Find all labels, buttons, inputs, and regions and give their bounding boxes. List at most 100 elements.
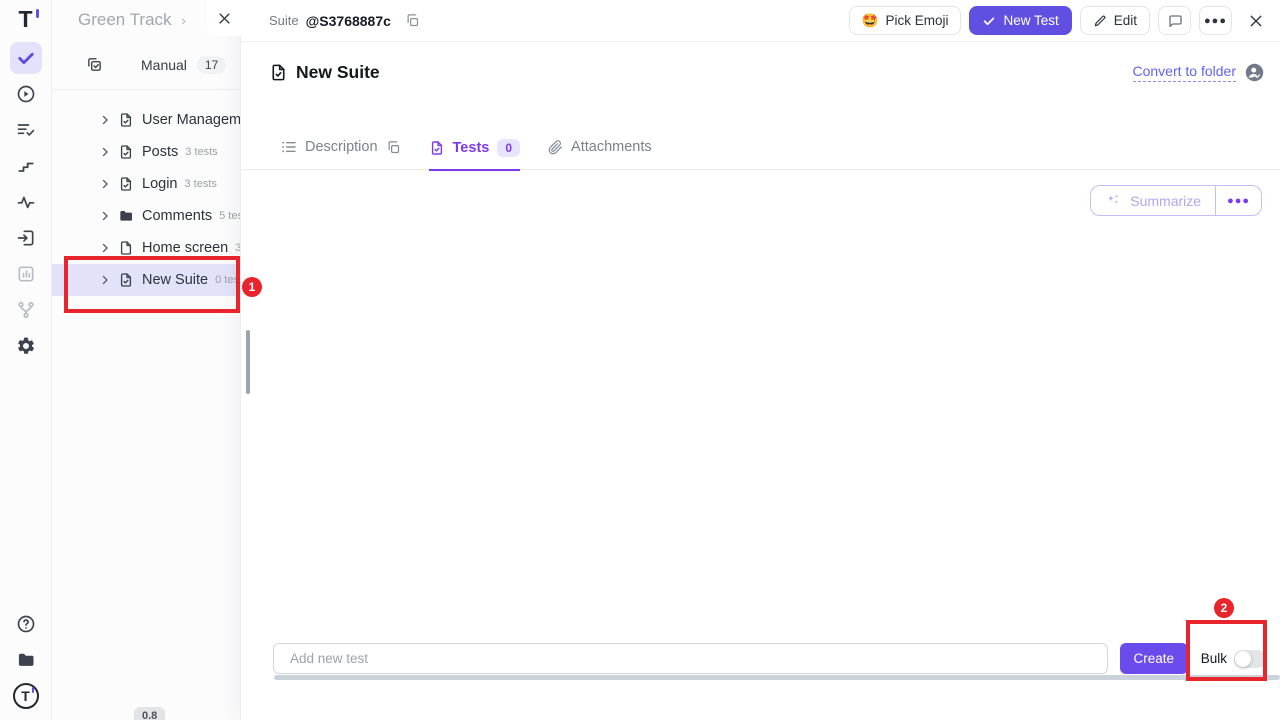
list-icon — [281, 139, 297, 155]
annotation-badge-2: 2 — [1214, 598, 1234, 618]
edit-button[interactable]: Edit — [1080, 6, 1150, 35]
tree-label: Home screen — [142, 240, 228, 256]
gear-icon — [16, 336, 36, 356]
import-icon — [16, 228, 36, 248]
tree-scrollbar-thumb[interactable] — [246, 330, 250, 394]
new-test-label: New Test — [1003, 13, 1058, 28]
close-icon — [217, 11, 232, 26]
tab-label: Description — [305, 139, 378, 155]
create-button[interactable]: Create — [1120, 643, 1188, 674]
profile-avatar[interactable]: T — [10, 680, 42, 712]
branch-icon — [16, 300, 36, 320]
copy-id-icon[interactable] — [405, 13, 420, 28]
tree-count: 3 tests — [185, 146, 217, 158]
assignee-avatar-icon[interactable] — [1245, 63, 1264, 82]
suite-header-bar: Suite @S3768887c 🤩 Pick Emoji New Test E… — [241, 0, 1280, 42]
suite-tabs: Description Tests 0 Attachments — [241, 139, 1280, 170]
sidebar-item-runs[interactable] — [10, 78, 42, 110]
bar-chart-icon — [16, 264, 36, 284]
pick-emoji-label: Pick Emoji — [885, 13, 948, 28]
chevron-right-icon[interactable] — [99, 178, 111, 190]
convert-to-folder-link[interactable]: Convert to folder — [1133, 63, 1237, 82]
help-icon — [16, 614, 36, 634]
comments-button[interactable] — [1158, 6, 1191, 35]
more-icon: ●●● — [1204, 15, 1227, 27]
suite-file-icon — [118, 176, 134, 192]
bulk-label: Bulk — [1201, 651, 1227, 666]
suite-file-icon — [269, 63, 288, 82]
sidebar-item-pulse[interactable] — [10, 186, 42, 218]
chevron-right-icon[interactable] — [99, 146, 111, 158]
check-icon — [982, 14, 996, 28]
chevron-right-icon[interactable] — [99, 114, 111, 126]
tree-count: 3 tests — [184, 178, 216, 190]
avatar: T — [13, 683, 39, 709]
paperclip-icon — [548, 140, 563, 155]
more-actions-button[interactable]: ●●● — [1199, 6, 1232, 35]
more-icon: ●●● — [1227, 195, 1250, 207]
tab-attachments[interactable]: Attachments — [548, 139, 652, 167]
sidebar-item-plans[interactable] — [10, 114, 42, 146]
add-test-input[interactable] — [273, 643, 1108, 674]
play-circle-icon — [16, 84, 36, 104]
horizontal-scrollbar[interactable] — [274, 675, 1280, 680]
suite-detail-panel: Suite @S3768887c 🤩 Pick Emoji New Test E… — [240, 0, 1280, 720]
summarize-label: Summarize — [1130, 193, 1201, 209]
sidebar-item-projects[interactable] — [10, 644, 42, 676]
sidebar-item-milestones[interactable] — [10, 150, 42, 182]
tab-label: Tests — [453, 140, 490, 156]
pencil-icon — [1093, 14, 1107, 28]
new-test-button[interactable]: New Test — [969, 6, 1071, 35]
chevron-right-icon[interactable] — [99, 242, 111, 254]
sidebar-item-settings[interactable] — [10, 330, 42, 362]
summarize-button[interactable]: Summarize — [1091, 186, 1215, 215]
copy-check-icon[interactable] — [86, 56, 103, 73]
sidebar-item-help[interactable] — [10, 608, 42, 640]
folder-icon — [16, 650, 36, 670]
panel-close-tab[interactable] — [207, 0, 241, 36]
list-check-icon — [16, 120, 36, 140]
tree-label: New Suite — [142, 272, 208, 288]
edit-label: Edit — [1114, 13, 1137, 28]
toggle-knob — [1235, 651, 1251, 667]
tab-description[interactable]: Description — [281, 139, 401, 167]
sidebar-item-analytics[interactable] — [10, 258, 42, 290]
emoji-icon: 🤩 — [862, 13, 879, 29]
version-badge: 0.8 — [134, 707, 165, 720]
panel-close-button[interactable] — [1248, 13, 1264, 29]
check-icon — [16, 48, 36, 68]
suite-file-icon — [429, 140, 445, 156]
chevron-right-icon[interactable] — [99, 210, 111, 222]
tab-tests[interactable]: Tests 0 — [429, 139, 521, 171]
tree-label: Login — [142, 176, 177, 192]
suite-file-icon — [118, 144, 134, 160]
tree-label: Comments — [142, 208, 212, 224]
pulse-icon — [16, 192, 36, 212]
page-title: New Suite — [296, 62, 380, 83]
folder-icon — [118, 208, 134, 224]
steps-icon — [16, 156, 36, 176]
app-icon-rail: T T — [0, 0, 52, 720]
chat-icon — [1167, 13, 1183, 29]
filter-manual[interactable]: Manual — [141, 57, 187, 73]
sparkles-icon — [1105, 192, 1122, 209]
project-name[interactable]: Green Track — [78, 10, 172, 30]
suite-id: @S3768887c — [306, 13, 391, 29]
sidebar-item-tests[interactable] — [10, 42, 42, 74]
suite-file-icon — [118, 112, 134, 128]
tree-label: Posts — [142, 144, 178, 160]
bulk-toggle[interactable] — [1234, 650, 1266, 668]
sidebar-item-branches[interactable] — [10, 294, 42, 326]
suite-title-row: New Suite — [269, 62, 380, 83]
manual-count-badge: 17 — [197, 56, 226, 74]
pick-emoji-button[interactable]: 🤩 Pick Emoji — [849, 6, 962, 35]
chevron-right-icon[interactable] — [99, 274, 111, 286]
copy-icon[interactable] — [386, 140, 401, 155]
tests-count-badge: 0 — [497, 139, 520, 157]
app-logo-icon[interactable]: T — [18, 6, 32, 38]
sidebar-item-import[interactable] — [10, 222, 42, 254]
annotation-badge-1: 1 — [242, 277, 262, 297]
close-icon — [1248, 13, 1264, 29]
summarize-more-button[interactable]: ●●● — [1215, 186, 1261, 215]
breadcrumb-separator: › — [182, 13, 186, 28]
